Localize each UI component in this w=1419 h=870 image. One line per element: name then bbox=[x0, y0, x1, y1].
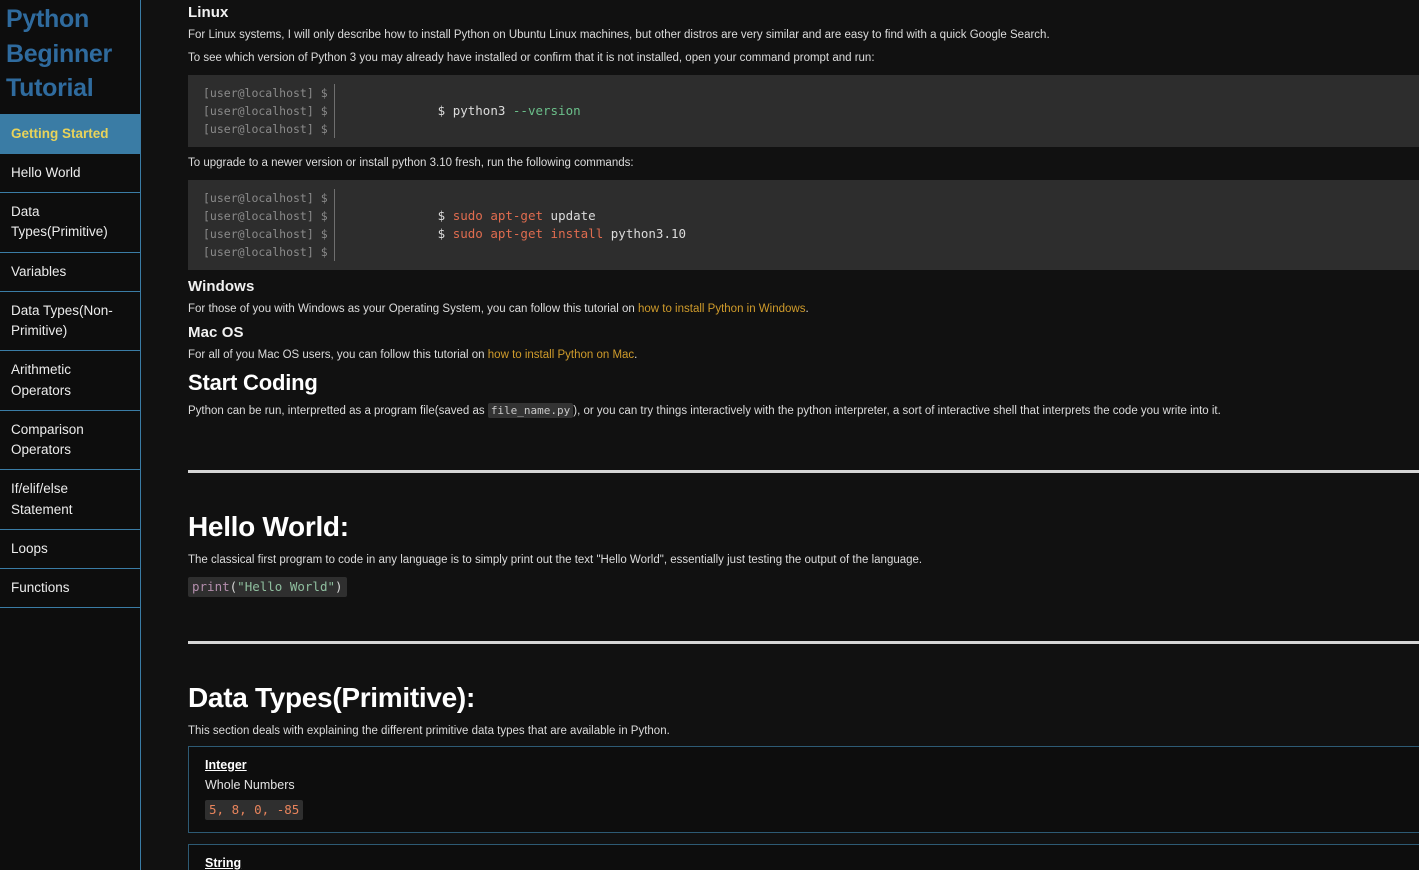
terminal-command-flag: --version bbox=[512, 103, 581, 118]
sidebar-item-loops[interactable]: Loops bbox=[0, 528, 140, 568]
sidebar-item-hello-world[interactable]: Hello World bbox=[0, 152, 140, 192]
data-type-card-string: String Text Between Quotation marks sing… bbox=[188, 844, 1419, 870]
card-title-string: String bbox=[205, 856, 242, 870]
sidebar-item-functions[interactable]: Functions bbox=[0, 568, 140, 609]
linux-heading: Linux bbox=[188, 4, 229, 21]
macos-text-before: For all of you Mac OS users, you can fol… bbox=[188, 349, 488, 361]
start-coding-heading: Start Coding bbox=[188, 370, 318, 395]
terminal-arg: python3.10 bbox=[610, 226, 687, 241]
sidebar-item-arithmetic-operators[interactable]: Arithmetic Operators bbox=[0, 350, 140, 410]
terminal-keyword-install: install bbox=[550, 226, 604, 241]
data-type-card-integer: Integer Whole Numbers 5, 8, 0, -85 bbox=[188, 746, 1419, 833]
code-paren-close: ) bbox=[335, 579, 343, 594]
sidebar-nav: Getting Started Hello World Data Types(P… bbox=[0, 113, 140, 609]
terminal-command-line: $ python3 --version bbox=[438, 102, 581, 120]
windows-paragraph: For those of you with Windows as your Op… bbox=[188, 301, 1419, 318]
start-coding-text-after: ), or you can try things interactively w… bbox=[573, 405, 1221, 417]
sidebar-item-variables[interactable]: Variables bbox=[0, 251, 140, 291]
sidebar-brand-title: Python Beginner Tutorial bbox=[6, 5, 112, 102]
terminal-prompt-line: [user@localhost] $ bbox=[203, 86, 328, 100]
card-title-integer: Integer bbox=[205, 758, 247, 772]
hello-world-code-wrapper: print("Hello World") bbox=[188, 575, 1419, 597]
terminal-prompt-line: [user@localhost] $ bbox=[203, 227, 328, 241]
terminal-block-install: [user@localhost] $ [user@localhost] $ [u… bbox=[188, 180, 1419, 270]
tutorial-page: Python Beginner Tutorial Getting Started… bbox=[0, 0, 1419, 870]
card-description-integer: Whole Numbers bbox=[205, 778, 295, 792]
terminal-prompt-line: [user@localhost] $ bbox=[203, 191, 328, 205]
terminal-block-version-check: [user@localhost] $ [user@localhost] $ [u… bbox=[188, 75, 1419, 147]
terminal-dollar-sign: $ bbox=[437, 208, 446, 223]
sidebar-item-data-types-primitive[interactable]: Data Types(Primitive) bbox=[0, 192, 140, 252]
code-function-name: print bbox=[192, 579, 230, 594]
terminal-command-name: python3 bbox=[452, 103, 506, 118]
sidebar-item-comparison-operators[interactable]: Comparison Operators bbox=[0, 409, 140, 470]
terminal-dollar-sign: $ bbox=[437, 103, 446, 118]
start-coding-paragraph: Python can be run, interpretted as a pro… bbox=[188, 402, 1419, 420]
windows-text-after: . bbox=[805, 303, 809, 315]
terminal-command-line: $ sudo apt-get install python3.10 bbox=[438, 225, 686, 243]
linux-paragraph-2: To see which version of Python 3 you may… bbox=[188, 52, 875, 64]
sidebar-item-if-elif-else-statement[interactable]: If/elif/else Statement bbox=[0, 469, 140, 529]
macos-text-after: . bbox=[634, 349, 638, 361]
terminal-prompt-gutter: [user@localhost] $ [user@localhost] $ [u… bbox=[188, 189, 335, 261]
terminal-prompt-line: [user@localhost] $ bbox=[203, 209, 328, 223]
macos-install-link[interactable]: how to install Python on Mac bbox=[488, 349, 634, 361]
terminal-prompt-line: [user@localhost] $ bbox=[203, 104, 328, 118]
windows-install-link[interactable]: how to install Python in Windows bbox=[638, 303, 805, 315]
windows-heading: Windows bbox=[188, 278, 255, 295]
sidebar: Python Beginner Tutorial Getting Started… bbox=[0, 0, 141, 870]
data-types-heading: Data Types(Primitive): bbox=[188, 682, 475, 713]
sidebar-item-getting-started[interactable]: Getting Started bbox=[0, 113, 140, 153]
terminal-dollar-sign: $ bbox=[437, 226, 446, 241]
terminal-prompt-line: [user@localhost] $ bbox=[203, 245, 328, 259]
macos-heading: Mac OS bbox=[188, 324, 244, 341]
terminal-command-area: $ python3 --version bbox=[335, 84, 581, 138]
card-code-example-integer: 5, 8, 0, -85 bbox=[205, 800, 304, 820]
inline-code-filename: file_name.py bbox=[487, 403, 574, 418]
windows-text-before: For those of you with Windows as your Op… bbox=[188, 303, 638, 315]
terminal-prompt-gutter: [user@localhost] $ [user@localhost] $ [u… bbox=[188, 84, 335, 138]
linux-paragraph-3: To upgrade to a newer version or install… bbox=[188, 157, 634, 169]
start-coding-text-before: Python can be run, interpretted as a pro… bbox=[188, 405, 488, 417]
code-string-literal: "Hello World" bbox=[237, 579, 336, 594]
terminal-command-line: $ sudo apt-get update bbox=[438, 207, 686, 225]
terminal-keyword-aptget: apt-get bbox=[490, 226, 544, 241]
terminal-keyword-sudo: sudo bbox=[452, 208, 483, 223]
terminal-prompt-line: [user@localhost] $ bbox=[203, 122, 328, 136]
hello-world-heading: Hello World: bbox=[188, 511, 349, 542]
terminal-keyword-sudo: sudo bbox=[452, 226, 483, 241]
linux-paragraph-1: For Linux systems, I will only describe … bbox=[188, 29, 1050, 41]
terminal-keyword-aptget: apt-get bbox=[490, 208, 544, 223]
terminal-command-area: $ sudo apt-get update $ sudo apt-get inst… bbox=[335, 189, 686, 261]
sidebar-item-data-types-non-primitive[interactable]: Data Types(Non-Primitive) bbox=[0, 290, 140, 351]
hello-world-paragraph: The classical first program to code in a… bbox=[188, 554, 923, 566]
hello-world-code-snippet: print("Hello World") bbox=[188, 577, 347, 597]
data-types-paragraph: This section deals with explaining the d… bbox=[188, 725, 670, 737]
macos-paragraph: For all of you Mac OS users, you can fol… bbox=[188, 347, 1419, 364]
main-content: Linux For Linux systems, I will only des… bbox=[141, 0, 1419, 870]
terminal-arg: update bbox=[550, 208, 596, 223]
